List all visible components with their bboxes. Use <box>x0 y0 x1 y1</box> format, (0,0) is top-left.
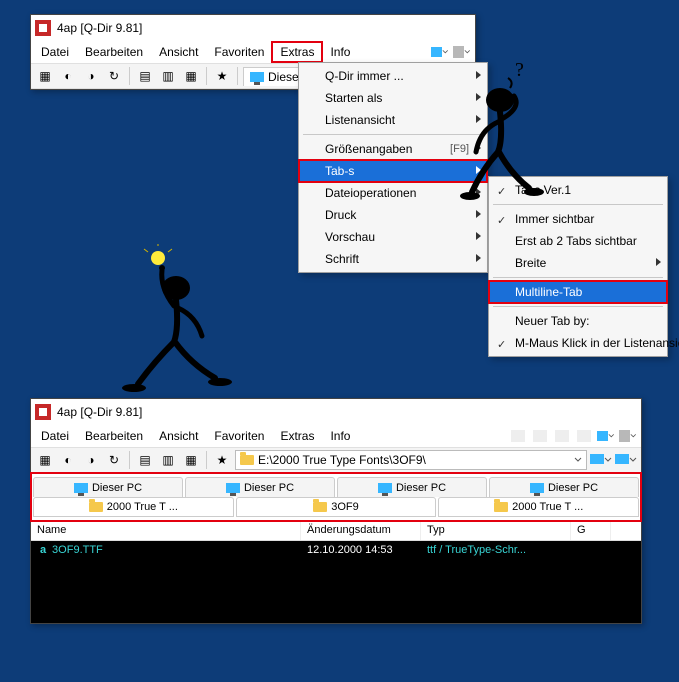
menu-item[interactable]: Listenansicht <box>299 109 487 131</box>
menu-extras[interactable]: Extras <box>272 426 322 446</box>
menu-item[interactable]: M-Maus Klick in der Listenansic <box>489 332 667 354</box>
monitor-icon <box>378 483 392 493</box>
menu-favoriten[interactable]: Favoriten <box>206 42 272 62</box>
list-header: NameÄnderungsdatumTypG <box>31 521 641 541</box>
tb-star[interactable]: ★ <box>212 450 232 470</box>
tb-grid-2[interactable]: ▥ <box>158 66 178 86</box>
column-type[interactable]: Typ <box>421 522 571 540</box>
menubar: Datei Bearbeiten Ansicht Favoriten Extra… <box>31 41 475 63</box>
layout-3-icon[interactable] <box>553 427 571 445</box>
tab[interactable]: 3OF9 <box>236 497 437 517</box>
tb-grid-1[interactable]: ▤ <box>135 450 155 470</box>
tb-grid-1[interactable]: ▤ <box>135 66 155 86</box>
column-size[interactable]: G <box>571 522 611 540</box>
folder-icon <box>89 502 103 512</box>
layout-picker-icon[interactable] <box>597 427 615 445</box>
menu-item[interactable]: Erst ab 2 Tabs sichtbar <box>489 230 667 252</box>
tab[interactable]: 2000 True T ... <box>33 497 234 517</box>
list-body[interactable]: a 3OF9.TTF12.10.2000 14:53ttf / TrueType… <box>31 541 641 623</box>
drive-pick-2-icon[interactable] <box>615 453 637 467</box>
folder-icon <box>494 502 508 512</box>
monitor-icon <box>530 483 544 493</box>
toolbar: ▦ ◐ ◑ ↻ ▤ ▥ ▦ ★ E:\2000 True Type Fonts\… <box>31 447 641 473</box>
folder-icon <box>313 502 327 512</box>
tb-pane-1[interactable]: ▦ <box>35 66 55 86</box>
tab[interactable]: Dieser PC <box>489 477 639 497</box>
table-row[interactable]: a 3OF9.TTF12.10.2000 14:53ttf / TrueType… <box>31 541 641 559</box>
tab-dieser-pc[interactable]: Diese <box>243 67 306 86</box>
tb-refresh[interactable]: ↻ <box>104 450 124 470</box>
tab[interactable]: Dieser PC <box>337 477 487 497</box>
menu-extras[interactable]: Extras <box>272 42 322 62</box>
menu-item[interactable]: Druck <box>299 204 487 226</box>
menu-item[interactable]: Tab-s <box>299 160 487 182</box>
menu-ansicht[interactable]: Ansicht <box>151 426 206 446</box>
tb-pane-1[interactable]: ▦ <box>35 450 55 470</box>
menubar: Datei Bearbeiten Ansicht Favoriten Extra… <box>31 425 641 447</box>
tb-star[interactable]: ★ <box>212 66 232 86</box>
menu-favoriten[interactable]: Favoriten <box>206 426 272 446</box>
menu-item[interactable]: Dateioperationen <box>299 182 487 204</box>
window-title: 4ap [Q-Dir 9.81] <box>57 21 142 35</box>
tb-grid-3[interactable]: ▦ <box>181 450 201 470</box>
tb-grid-2[interactable]: ▥ <box>158 450 178 470</box>
tb-grid-3[interactable]: ▦ <box>181 66 201 86</box>
menu-item[interactable]: Multiline-Tab <box>489 281 667 303</box>
monitor-icon <box>226 483 240 493</box>
tb-nav-fwd[interactable]: ◑ <box>81 450 101 470</box>
menu-item[interactable]: Vorschau <box>299 226 487 248</box>
folder-icon <box>240 455 254 465</box>
layout-4-icon[interactable] <box>575 427 593 445</box>
menu-bearbeiten[interactable]: Bearbeiten <box>77 426 151 446</box>
column-date[interactable]: Änderungsdatum <box>301 522 421 540</box>
tb-refresh[interactable]: ↻ <box>104 66 124 86</box>
tab-strip-multiline: Dieser PCDieser PCDieser PCDieser PC2000… <box>31 473 641 521</box>
layout-2-icon[interactable] <box>531 427 549 445</box>
menu-datei[interactable]: Datei <box>33 42 77 62</box>
layout-icon[interactable] <box>431 43 449 61</box>
tb-nav-back[interactable]: ◐ <box>58 66 78 86</box>
tab[interactable]: Dieser PC <box>185 477 335 497</box>
figure-idea <box>118 244 238 404</box>
window-title: 4ap [Q-Dir 9.81] <box>57 405 142 419</box>
menu-item[interactable]: Immer sichtbar <box>489 208 667 230</box>
menu-ansicht[interactable]: Ansicht <box>151 42 206 62</box>
menu-datei[interactable]: Datei <box>33 426 77 446</box>
tab[interactable]: Dieser PC <box>33 477 183 497</box>
window-qdir-bottom: 4ap [Q-Dir 9.81] Datei Bearbeiten Ansich… <box>30 398 642 624</box>
svg-text:?: ? <box>515 60 524 81</box>
monitor-icon <box>250 72 264 82</box>
menu-item[interactable]: Größenangaben[F9] <box>299 138 487 160</box>
menu-info[interactable]: Info <box>322 42 358 62</box>
tb-nav-fwd[interactable]: ◑ <box>81 66 101 86</box>
menu-item[interactable]: Breite <box>489 252 667 274</box>
layout-1-icon[interactable] <box>509 427 527 445</box>
app-icon <box>35 20 51 36</box>
menu-item[interactable]: Schrift <box>299 248 487 270</box>
tb-nav-back[interactable]: ◐ <box>58 450 78 470</box>
titlebar: 4ap [Q-Dir 9.81] <box>31 399 641 425</box>
save-icon[interactable] <box>453 43 471 61</box>
figure-thinking: ? <box>460 60 550 210</box>
drive-pick-icon[interactable] <box>590 453 612 467</box>
address-bar[interactable]: E:\2000 True Type Fonts\3OF9\ <box>235 450 587 470</box>
column-name[interactable]: Name <box>31 522 301 540</box>
address-text: E:\2000 True Type Fonts\3OF9\ <box>258 453 426 467</box>
app-icon <box>35 404 51 420</box>
menu-bearbeiten[interactable]: Bearbeiten <box>77 42 151 62</box>
menu-item[interactable]: Neuer Tab by: <box>489 310 667 332</box>
font-file-icon: a <box>37 544 49 556</box>
menu-item[interactable]: Q-Dir immer ... <box>299 65 487 87</box>
tab[interactable]: 2000 True T ... <box>438 497 639 517</box>
menu-info[interactable]: Info <box>322 426 358 446</box>
monitor-icon <box>74 483 88 493</box>
save-icon[interactable] <box>619 427 637 445</box>
menu-item[interactable]: Starten als <box>299 87 487 109</box>
titlebar: 4ap [Q-Dir 9.81] <box>31 15 475 41</box>
